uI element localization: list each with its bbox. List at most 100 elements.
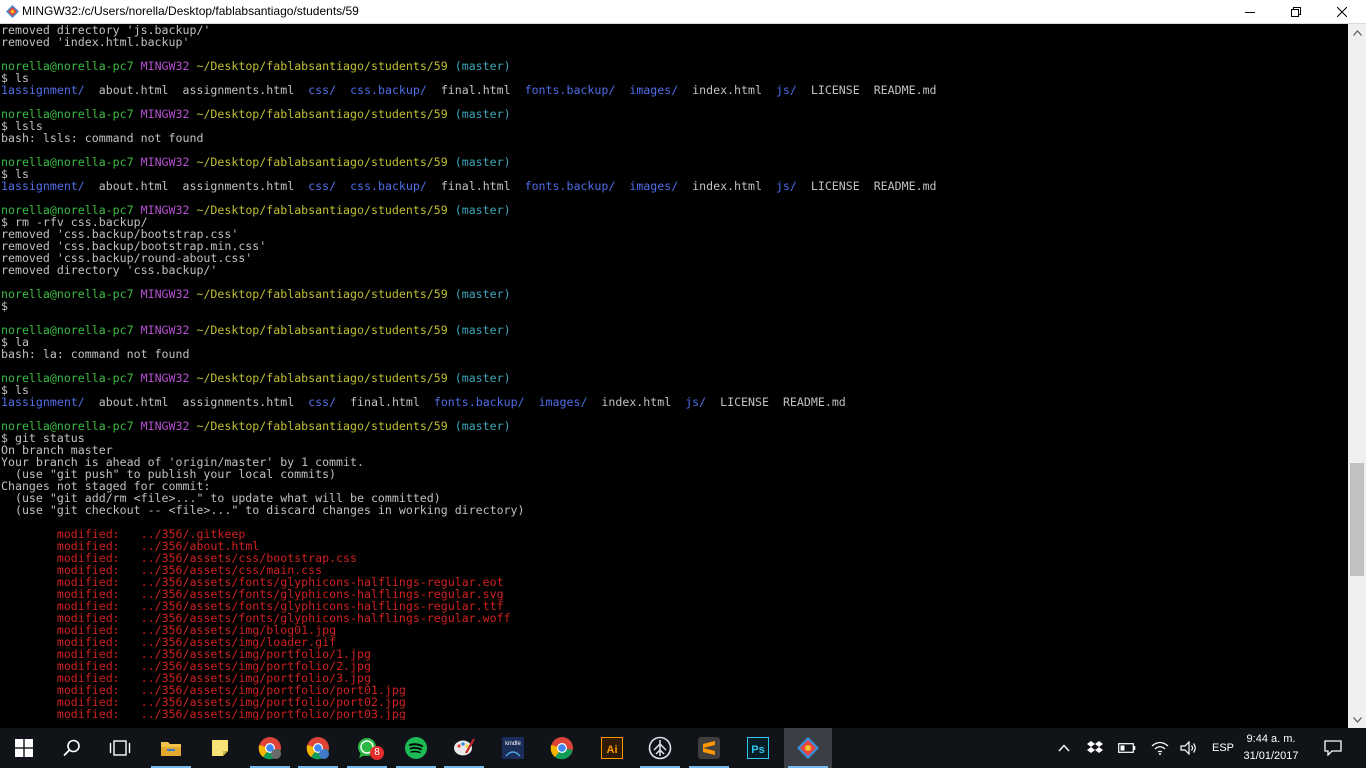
ls-entry-dir: images/ [629,83,679,97]
prompt-branch: (master) [454,419,511,433]
prompt-path: ~/Desktop/fablabsantiago/students/59 [196,323,448,337]
taskbar-app-illustrator[interactable]: Ai [588,728,636,768]
ls-entry-dir: 1assignment/ [1,83,85,97]
taskbar-app-chrome[interactable] [538,728,586,768]
clock-date: 31/01/2017 [1243,750,1299,762]
taskbar-app-whatsapp[interactable]: 8 [343,728,391,768]
taskbar-app-network-tool[interactable] [636,728,684,768]
prompt-path: ~/Desktop/fablabsantiago/students/59 [196,203,448,217]
input-language-button[interactable]: ESP [1208,728,1238,768]
terminal-line: removed 'index.html.backup' [1,35,190,49]
taskbar-app-sublime-text[interactable] [685,728,733,768]
taskbar-app-kindle[interactable]: kindle [489,728,537,768]
prompt-path: ~/Desktop/fablabsantiago/students/59 [196,371,448,385]
tray-battery[interactable] [1116,728,1138,768]
prompt-line: norella@norella-pc7 MINGW32 ~/Desktop/fa… [1,372,511,384]
ls-entry-file: assignments.html [182,83,295,97]
scroll-down-button[interactable] [1348,711,1366,728]
ls-entry-file: index.html [601,395,672,409]
taskbar-app-paint[interactable] [440,728,488,768]
ls-entry-dir: 1assignment/ [1,395,85,409]
tray-wifi[interactable] [1149,728,1171,768]
prompt-system: MINGW32 [140,107,190,121]
prompt-path: ~/Desktop/fablabsantiago/students/59 [196,419,448,433]
ls-entry-file: about.html [98,395,169,409]
search-button[interactable] [48,728,96,768]
ls-entry-file: README.md [873,179,937,193]
sublime-text-icon [698,737,720,759]
maximize-button[interactable] [1273,0,1319,23]
ls-entry-dir: js/ [775,83,797,97]
taskbar-app-spotify[interactable] [392,728,440,768]
scroll-up-button[interactable] [1348,24,1366,41]
ls-entry-dir: fonts.backup/ [433,395,525,409]
ls-output: 1assignment/ about.html assignments.html… [1,396,846,408]
prompt-branch: (master) [454,323,511,337]
chevron-up-icon [1058,744,1070,752]
show-hidden-icons-button[interactable] [1053,728,1075,768]
task-view-button[interactable] [96,728,144,768]
ls-entry-dir: css/ [308,179,337,193]
terminal-output[interactable]: removed directory 'js.backup/' removed '… [0,24,1348,720]
minimize-button[interactable] [1227,0,1273,23]
prompt-branch: (master) [454,203,511,217]
spotify-icon [405,737,427,759]
start-button[interactable] [0,728,48,768]
taskbar-app-photoshop[interactable]: Ps [734,728,782,768]
prompt-path: ~/Desktop/fablabsantiago/students/59 [196,287,448,301]
taskbar-app-chrome-profile-2[interactable] [294,728,342,768]
prompt-user: norella@norella-pc7 [1,287,134,301]
ls-entry-dir: images/ [538,395,588,409]
ls-entry-file: index.html [692,179,762,193]
svg-text:Ps: Ps [751,744,764,756]
notifications-icon [1324,740,1342,756]
prompt-line: norella@norella-pc7 MINGW32 ~/Desktop/fa… [1,156,511,168]
chrome-profile-2-icon [306,737,329,760]
ls-entry-file: about.html [98,179,169,193]
ls-entry-dir: 1assignment/ [1,179,85,193]
illustrator-icon: Ai [601,737,623,759]
ls-entry-dir: fonts.backup/ [524,179,616,193]
ls-entry-dir: fonts.backup/ [524,83,616,97]
terminal-line: removed directory 'css.backup/' [1,263,218,277]
clock[interactable]: 9:44 a. m. 31/01/2017 [1240,731,1302,765]
ls-entry-dir: css/ [308,395,337,409]
ls-output: 1assignment/ about.html assignments.html… [1,180,937,192]
ls-entry-dir: js/ [685,395,707,409]
scrollbar-thumb[interactable] [1350,463,1364,576]
taskbar-app-file-explorer[interactable] [147,728,195,768]
taskbar-app-chrome-profile[interactable] [246,728,294,768]
ls-entry-file: index.html [692,83,762,97]
prompt-system: MINGW32 [140,155,190,169]
close-button[interactable] [1319,0,1365,23]
vertical-scrollbar[interactable] [1348,24,1366,728]
taskbar-app-git-bash[interactable] [784,728,832,768]
tray-volume[interactable] [1178,728,1200,768]
git-bash-icon [797,737,819,759]
tray-dropbox[interactable] [1084,728,1106,768]
kindle-icon: kindle [502,737,524,759]
network-app-icon [648,736,672,760]
modified-label: modified: [56,707,120,720]
minimize-icon [1245,11,1255,13]
modified-file-path: ../356/assets/img/portfolio/port03.jpg [140,707,406,720]
ls-entry-file: README.md [873,83,937,97]
prompt-line: norella@norella-pc7 MINGW32 ~/Desktop/fa… [1,108,511,120]
ls-entry-file: final.html [350,395,420,409]
chevron-down-icon [1352,716,1362,723]
sticky-notes-icon [212,740,228,756]
battery-icon [1118,743,1136,753]
action-center-button[interactable] [1318,728,1348,768]
paint-icon [454,738,475,756]
ls-entry-file: LICENSE [720,395,769,409]
task-view-icon [109,740,131,756]
ls-entry-file: about.html [98,83,169,97]
prompt-system: MINGW32 [140,323,190,337]
modified-file-line: modified: ../356/assets/img/portfolio/po… [1,708,406,720]
ls-output: 1assignment/ about.html assignments.html… [1,84,937,96]
prompt-branch: (master) [454,371,511,385]
svg-text:Ai: Ai [607,744,618,756]
ls-entry-file: final.html [440,179,511,193]
window-title-bar[interactable]: MINGW32:/c/Users/norella/Desktop/fablabs… [0,0,1366,24]
taskbar-app-sticky-notes[interactable] [196,728,244,768]
